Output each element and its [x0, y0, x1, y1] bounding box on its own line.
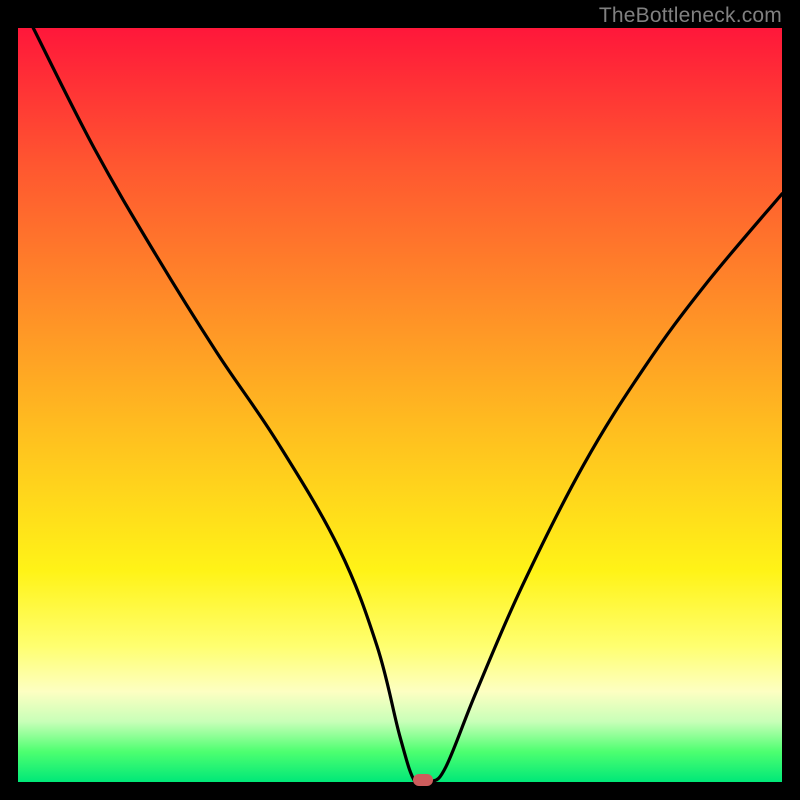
watermark-text: TheBottleneck.com: [599, 4, 782, 28]
curve-svg: [18, 28, 782, 782]
plot-area: [18, 28, 782, 782]
chart-container: TheBottleneck.com: [0, 0, 800, 800]
optimal-marker: [413, 774, 433, 786]
bottleneck-curve: [33, 28, 782, 782]
